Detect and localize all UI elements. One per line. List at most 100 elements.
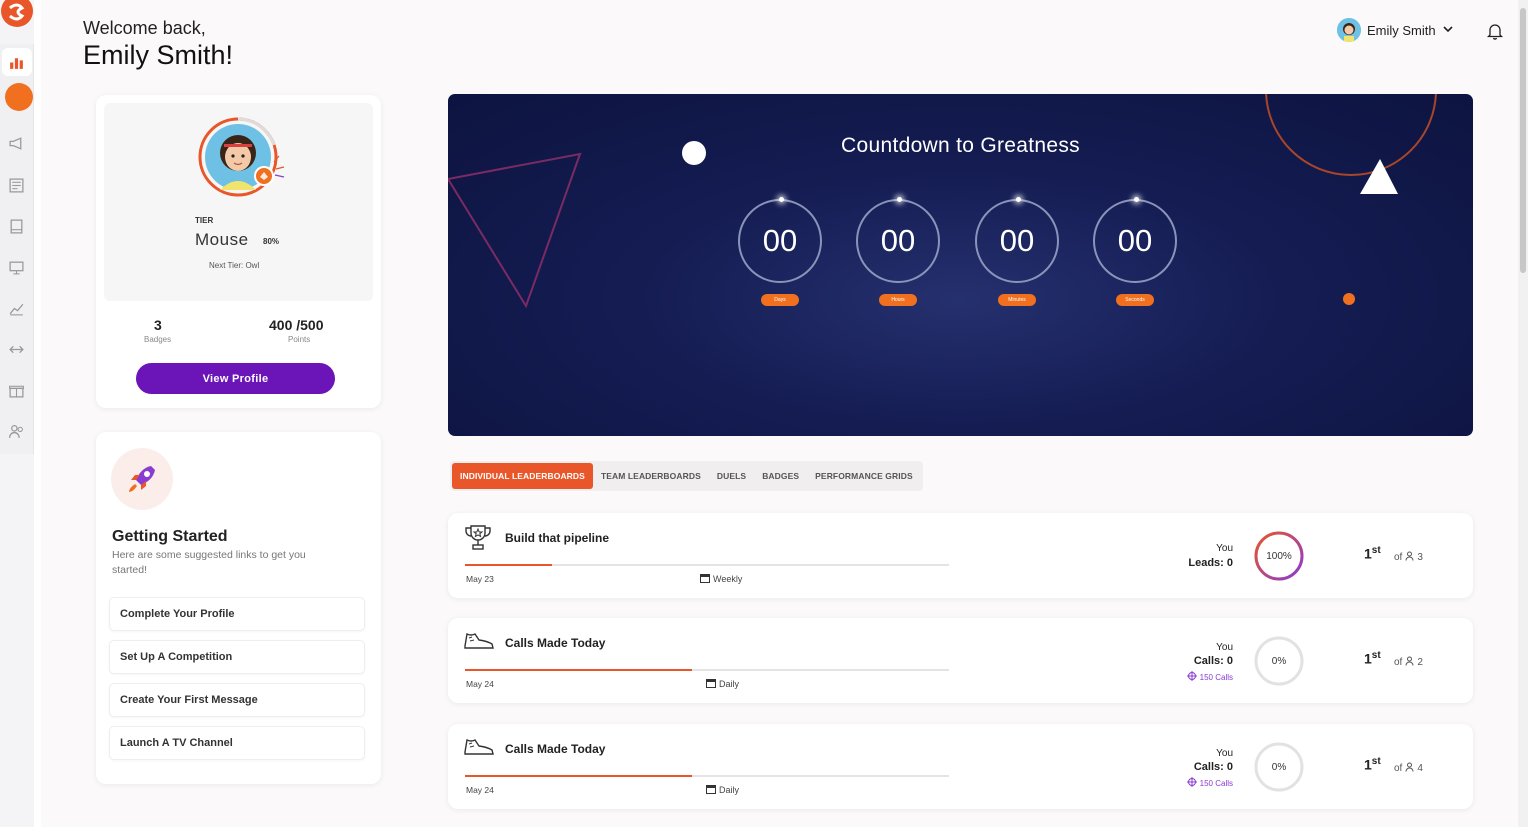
calendar-icon [700, 573, 710, 585]
welcome-user-name: Emily Smith! [83, 40, 234, 70]
app-logo[interactable] [0, 0, 34, 30]
leaderboard-period: Weekly [700, 573, 742, 585]
participants: of 3 [1394, 551, 1423, 563]
you-label: You [1216, 748, 1233, 759]
link-setup-competition[interactable]: Set Up A Competition [109, 640, 365, 674]
tab-individual-leaderboards[interactable]: INDIVIDUAL LEADERBOARDS [452, 463, 593, 489]
leaderboard-progress-fill [465, 775, 693, 777]
link-launch-tv-channel[interactable]: Launch A TV Channel [109, 726, 365, 760]
leaderboard-card[interactable]: Build that pipeline May 23 Weekly You Le… [448, 513, 1473, 598]
next-tier: Next Tier: Owl [209, 261, 260, 270]
profile-avatar [198, 117, 288, 197]
points-value: 400 /500 [269, 317, 324, 333]
dashboard-icon[interactable] [6, 52, 26, 72]
leaderboard-title: Calls Made Today [505, 636, 606, 650]
points-label: Points [288, 335, 311, 344]
calendar-icon [706, 784, 716, 796]
progress-percent: 100% [1266, 550, 1292, 562]
bell-icon[interactable] [1486, 22, 1504, 40]
leaderboard-card[interactable]: Calls Made Today May 24 Daily You Calls:… [448, 618, 1473, 703]
hours-label: Hours [879, 294, 917, 306]
countdown-title: Countdown to Greatness [841, 134, 1080, 157]
page-scrollbar[interactable] [1518, 0, 1528, 827]
tab-performance-grids[interactable]: PERFORMANCE GRIDS [807, 463, 921, 489]
leaderboard-date: May 24 [466, 785, 494, 795]
main-content: Welcome back, Emily Smith! Emily Smith T… [41, 0, 1528, 827]
target-icon [1186, 671, 1197, 683]
tab-team-leaderboards[interactable]: TEAM LEADERBOARDS [593, 463, 709, 489]
getting-started-title: Getting Started [112, 528, 228, 545]
leaderboard-progress-fill [465, 669, 693, 671]
duel-icon[interactable] [6, 339, 26, 359]
minutes-label: Minutes [998, 294, 1036, 306]
leaderboard-date: May 23 [466, 574, 494, 584]
sidebar [0, 0, 34, 827]
getting-started-card: Getting Started Here are some suggested … [96, 432, 381, 784]
account-name: Emily Smith [1367, 22, 1436, 38]
period-label: Weekly [713, 574, 743, 584]
sneaker-icon [463, 734, 495, 764]
period-label: Daily [719, 785, 740, 795]
participants: of 4 [1394, 762, 1423, 775]
target: 150 Calls [1186, 671, 1233, 683]
tab-duels[interactable]: DUELS [709, 463, 754, 489]
leaderboard-period: Daily [706, 678, 739, 690]
leaderboard-card[interactable]: Calls Made Today May 24 Daily You Calls:… [448, 724, 1473, 809]
tier-label: TIER [195, 216, 214, 225]
progress-percent: 0% [1271, 761, 1287, 773]
leaderboard-title: Build that pipeline [505, 531, 609, 545]
tier-name: Mouse [195, 230, 249, 249]
welcome-line: Welcome back, [83, 18, 206, 38]
leaderboard-progress-fill [465, 564, 553, 566]
badges-label: Badges [144, 335, 172, 344]
getting-started-subtitle: Here are some suggested links to get you… [112, 549, 306, 576]
rank: 1st [1364, 545, 1381, 562]
account-menu[interactable]: Emily Smith [1337, 18, 1454, 42]
rank: 1st [1364, 756, 1381, 773]
person-icon [1405, 762, 1414, 775]
newspaper-icon[interactable] [6, 175, 26, 195]
megaphone-icon[interactable] [6, 133, 26, 153]
trophy-icon [463, 523, 495, 553]
leaderboard-period: Daily [706, 784, 739, 796]
target-icon [1186, 777, 1197, 789]
days-label: Days [761, 294, 799, 306]
countdown-hours: 00 [856, 197, 940, 283]
link-complete-profile[interactable]: Complete Your Profile [109, 597, 365, 631]
target: 150 Calls [1186, 777, 1233, 789]
leaderboard-progress-track [465, 775, 949, 777]
person-icon [1405, 656, 1414, 669]
rocket-icon [111, 448, 173, 510]
calendar-icon [706, 678, 716, 690]
calls-metric: Calls: 0 [1193, 761, 1233, 773]
you-label: You [1216, 543, 1233, 554]
leaderboard-progress-track [465, 669, 949, 671]
sneaker-icon [463, 628, 495, 658]
monitor-icon[interactable] [6, 257, 26, 277]
countdown-days: 00 [738, 197, 822, 283]
calls-metric: Calls: 0 [1193, 655, 1233, 667]
chart-icon[interactable] [6, 298, 26, 318]
leaderboard-date: May 24 [466, 679, 494, 689]
badges-count: 3 [154, 317, 162, 333]
gift-icon[interactable] [6, 380, 26, 400]
leaderboard-title: Calls Made Today [505, 742, 606, 756]
you-label: You [1216, 642, 1233, 653]
seconds-label: Seconds [1116, 294, 1154, 306]
leads-metric: Leads: 0 [1188, 557, 1233, 569]
countdown-seconds: 00 [1093, 197, 1177, 283]
progress-percent: 0% [1271, 655, 1287, 667]
chevron-down-icon [1442, 23, 1454, 38]
users-icon[interactable] [6, 421, 26, 441]
notification-dot-icon[interactable] [5, 83, 33, 111]
leaderboard-tabs: INDIVIDUAL LEADERBOARDS TEAM LEADERBOARD… [450, 461, 923, 491]
scrollbar-thumb[interactable] [1520, 8, 1526, 273]
leaderboard-progress-track [465, 564, 949, 566]
link-create-first-message[interactable]: Create Your First Message [109, 683, 365, 717]
view-profile-button[interactable]: View Profile [136, 363, 335, 394]
participants: of 2 [1394, 656, 1423, 669]
countdown-minutes: 00 [975, 197, 1059, 283]
book-icon[interactable] [6, 216, 26, 236]
tier-progress: 80% [263, 237, 280, 246]
tab-badges[interactable]: BADGES [754, 463, 807, 489]
